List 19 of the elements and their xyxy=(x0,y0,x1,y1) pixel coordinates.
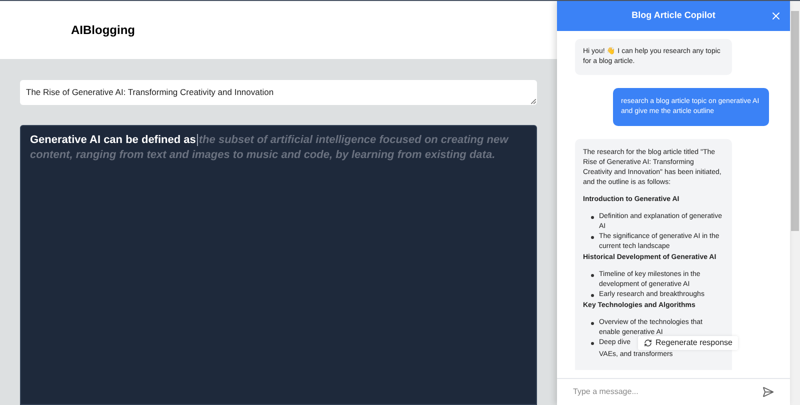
bullet-icon xyxy=(591,342,594,345)
brand-name: AIBlogging xyxy=(71,22,135,39)
copilot-title: Blog Article Copilot xyxy=(632,9,716,22)
send-icon[interactable] xyxy=(762,386,774,398)
title-field[interactable]: The Rise of Generative AI: Transforming Creativity and Innovation xyxy=(20,80,537,105)
bullet-icon xyxy=(591,216,594,219)
regenerate-button[interactable]: Regenerate response xyxy=(638,336,738,350)
scrollbar[interactable] xyxy=(790,1,800,405)
refresh-icon xyxy=(644,339,652,347)
editor-text: Generative AI can be defined as the subset of artificial intelligence focused on creating new content, ranging from text and images to music and code, by learning from existing data. xyxy=(30,133,510,163)
bullet-icon xyxy=(591,322,594,325)
close-button[interactable] xyxy=(770,10,782,22)
bullet-icon xyxy=(591,236,594,239)
editor-panel[interactable]: Generative AI can be defined as the subset of artificial intelligence focused on creating new content, ranging from text and images to music and code, by learning from existing data. xyxy=(20,125,537,405)
message-field[interactable]: Type a message... xyxy=(573,386,762,398)
resize-grip-icon[interactable] xyxy=(531,99,536,104)
bullet-icon xyxy=(591,294,594,297)
bullet-icon xyxy=(591,274,594,277)
close-icon xyxy=(770,10,782,22)
